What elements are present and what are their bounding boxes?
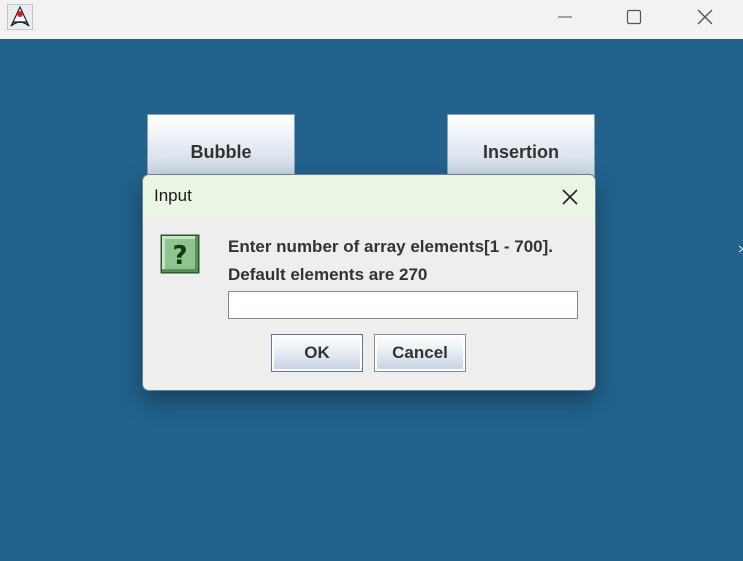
window-titlebar — [0, 0, 743, 39]
maximize-button[interactable] — [599, 0, 669, 34]
minimize-icon — [558, 16, 572, 18]
insertion-sort-button[interactable]: Insertion — [447, 114, 595, 178]
dialog-message-line1: Enter number of array elements[1 - 700]. — [228, 237, 554, 256]
minimize-button[interactable] — [530, 0, 600, 34]
ok-button[interactable]: OK — [271, 334, 363, 372]
insertion-button-label: Insertion — [482, 142, 559, 162]
array-size-input[interactable] — [228, 291, 578, 319]
cancel-button[interactable]: Cancel — [374, 334, 466, 372]
svg-text:?: ? — [172, 241, 187, 271]
input-dialog: Input ? Enter number of array elements[1… — [142, 174, 596, 391]
close-icon — [697, 9, 713, 25]
bubble-sort-button[interactable]: Bubble — [147, 114, 295, 178]
question-icon: ? — [160, 234, 200, 274]
close-icon — [562, 189, 578, 205]
bubble-button-label: Bubble — [190, 142, 252, 162]
resize-grip-icon[interactable] — [738, 240, 743, 258]
java-duke-icon — [6, 3, 34, 31]
dialog-message-line2: Default elements are 270 — [228, 265, 428, 284]
maximize-icon — [626, 9, 642, 25]
window-close-button[interactable] — [670, 0, 740, 34]
dialog-title: Input — [154, 186, 192, 205]
dialog-close-button[interactable] — [557, 184, 583, 210]
dialog-titlebar: Input — [143, 175, 595, 218]
